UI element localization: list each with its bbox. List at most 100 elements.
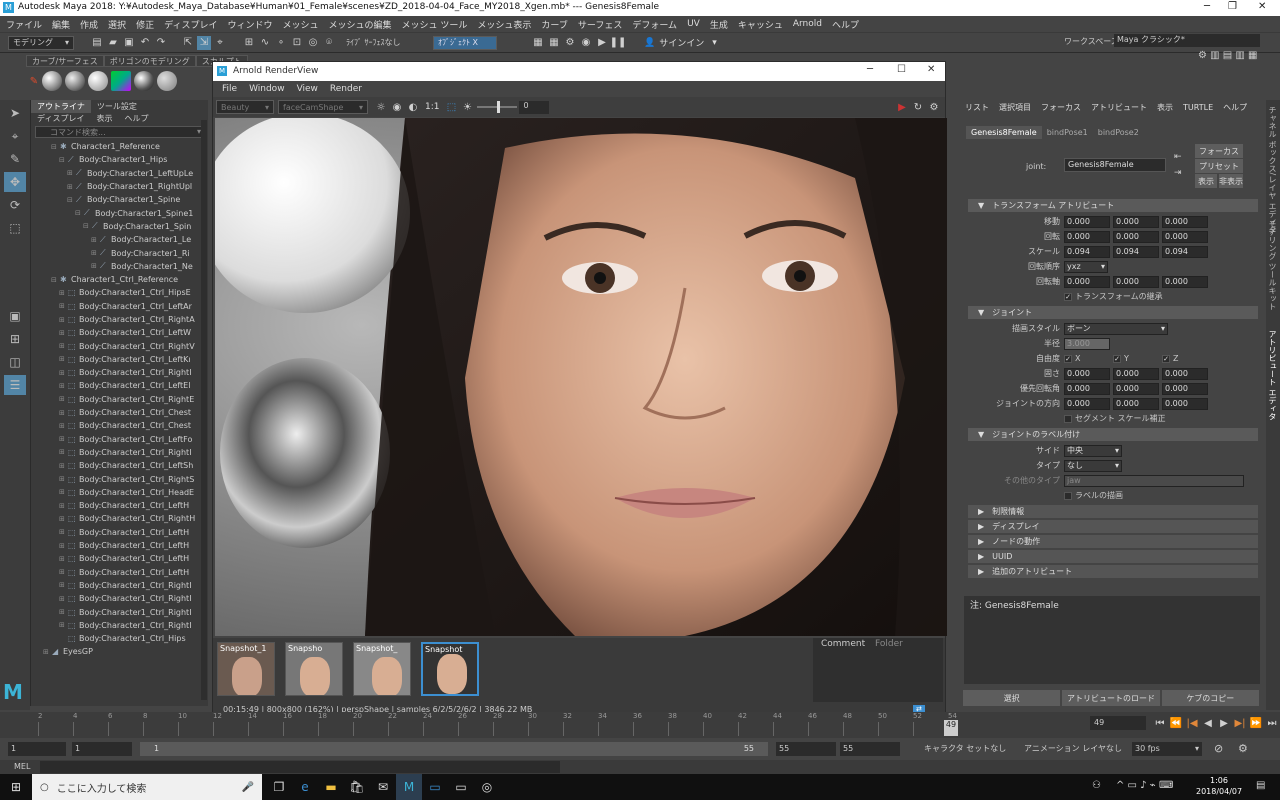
outliner-scrollbar[interactable] xyxy=(201,120,207,700)
expand-toggle-icon[interactable]: ⊞ xyxy=(59,435,68,443)
expand-toggle-icon[interactable]: ⊞ xyxy=(59,568,68,576)
four-view-icon[interactable]: ⊞ xyxy=(4,329,26,349)
outliner-menu-item[interactable]: ヘルプ xyxy=(118,112,154,125)
sphere-shelf-icon[interactable] xyxy=(157,71,177,91)
shelf-tab[interactable]: ポリゴンのモデリング xyxy=(103,55,196,67)
outliner-row[interactable]: ⊞ ⬚ Body:Character1_Ctrl_LeftH xyxy=(37,552,208,565)
renderview-menu-item[interactable]: View xyxy=(297,84,318,94)
attr-menu-item[interactable]: アトリビュート xyxy=(1086,100,1152,115)
file-explorer-icon[interactable]: ▬ xyxy=(318,774,344,800)
expand-toggle-icon[interactable]: ⊞ xyxy=(91,249,100,257)
step-forward-frame-icon[interactable]: ▶| xyxy=(1233,716,1247,730)
expand-toggle-icon[interactable]: ⊞ xyxy=(59,528,68,536)
two-view-icon[interactable]: ◫ xyxy=(4,352,26,372)
expand-toggle-icon[interactable]: ⊞ xyxy=(59,502,68,510)
expand-toggle-icon[interactable]: ⊞ xyxy=(59,621,68,629)
attr-menu-item[interactable]: 表示 xyxy=(1152,100,1178,115)
attribute-value-field[interactable]: 0.094 xyxy=(1162,245,1208,258)
tab-modeling-toolkit[interactable]: モデリング ツールキット xyxy=(1267,220,1278,311)
dof-y-checkbox[interactable]: ✓ xyxy=(1113,354,1121,363)
attr-menu-item[interactable]: リスト xyxy=(960,100,994,115)
outliner-menu-item[interactable]: ディスプレイ xyxy=(31,112,90,125)
outliner-row[interactable]: ⊞ ⬚ Body:Character1_Ctrl_RightI xyxy=(37,446,208,459)
hypershade-icon[interactable]: ◉ xyxy=(579,36,593,50)
expand-toggle-icon[interactable]: ⊞ xyxy=(59,555,68,563)
attr-menu-item[interactable]: TURTLE xyxy=(1178,101,1218,114)
select-by-hierarchy-icon[interactable]: ⇱ xyxy=(181,36,195,50)
settings-gear-icon[interactable]: ⚙ xyxy=(927,100,941,114)
expand-toggle-icon[interactable]: ⊞ xyxy=(59,342,68,350)
outliner-row[interactable]: ⊞ ⬚ Body:Character1_Ctrl_LeftH xyxy=(37,526,208,539)
section-collapsed[interactable]: ▶ 制限情報 xyxy=(968,505,1258,518)
rotate-axis-x[interactable]: 0.000 xyxy=(1064,275,1110,288)
segment-scale-checkbox[interactable] xyxy=(1064,414,1072,423)
attribute-value-field[interactable]: 0.000 xyxy=(1064,367,1110,380)
outliner-row[interactable]: ⊞ ⬚ Body:Character1_Ctrl_LeftKı xyxy=(37,353,208,366)
expand-toggle-icon[interactable]: ⊟ xyxy=(83,222,92,230)
anim-layer-dropdown[interactable]: アニメーション レイヤなし xyxy=(1024,742,1124,756)
tool-curve-icon[interactable]: ✎ xyxy=(27,74,41,88)
notes-box[interactable]: 注: Genesis8Female xyxy=(964,596,1260,684)
draw-style-dropdown[interactable]: ボーン ▾ xyxy=(1064,322,1168,335)
outliner-row[interactable]: ⊟ ✱ Character1_Ctrl_Reference xyxy=(37,273,208,286)
menu-item[interactable]: 作成 xyxy=(80,18,98,31)
camera-dropdown[interactable]: faceCamShape ▾ xyxy=(278,100,368,114)
go-to-end-icon[interactable]: ⏭ xyxy=(1265,716,1279,730)
rotate-tool-icon[interactable]: ⟳ xyxy=(4,195,26,215)
toggle-panels-icons[interactable]: ⚙ ▥ ▤ ▥ ▦ xyxy=(1198,50,1257,61)
outliner-row[interactable]: ⊞ ⬚ Body:Character1_Ctrl_Chest xyxy=(37,419,208,432)
maximize-button[interactable]: ☐ xyxy=(897,64,906,75)
section-joint[interactable]: ▼ ジョイント xyxy=(968,306,1258,319)
single-view-icon[interactable]: ▣ xyxy=(4,306,26,326)
type-dropdown[interactable]: なし ▾ xyxy=(1064,459,1122,472)
anim-prefs-icon[interactable]: ⚙ xyxy=(1238,742,1248,755)
side-dropdown[interactable]: 中央 ▾ xyxy=(1064,444,1122,457)
attr-bottom-button[interactable]: 選択 xyxy=(963,690,1061,706)
expand-toggle-icon[interactable]: ⊞ xyxy=(59,488,68,496)
menu-item[interactable]: Arnold xyxy=(793,19,822,29)
menu-item[interactable]: ヘルプ xyxy=(832,18,859,31)
menu-item[interactable]: メッシュの編集 xyxy=(328,18,391,31)
node-tab[interactable]: Genesis8Female xyxy=(966,125,1042,139)
dof-z-checkbox[interactable]: ✓ xyxy=(1162,354,1170,363)
save-scene-icon[interactable]: ▣ xyxy=(122,36,136,50)
expand-toggle-icon[interactable]: ⊞ xyxy=(59,595,68,603)
mel-label[interactable]: MEL xyxy=(14,762,30,771)
expand-toggle-icon[interactable]: ⊞ xyxy=(59,302,68,310)
auto-key-icon[interactable]: ⊘ xyxy=(1214,742,1223,755)
task-view-icon[interactable]: ❐ xyxy=(266,774,292,800)
expand-toggle-icon[interactable]: ⊟ xyxy=(51,143,60,151)
other-type-field[interactable]: jaw xyxy=(1064,474,1244,487)
inherit-transform-checkbox[interactable]: ✓ xyxy=(1064,292,1072,301)
attribute-value-field[interactable]: 0.000 xyxy=(1162,215,1208,228)
outliner-row[interactable]: ⊞ ⟋ Body:Character1_RightUpl xyxy=(37,180,208,193)
outliner-row[interactable]: ⊞ ⬚ Body:Character1_Ctrl_RightI xyxy=(37,619,208,632)
go-to-start-icon[interactable]: ⏮ xyxy=(1153,716,1167,730)
expand-toggle-icon[interactable]: ⊞ xyxy=(59,355,68,363)
outliner-row[interactable]: ⊟ ⟋ Body:Character1_Spine1 xyxy=(37,206,208,219)
focus-button[interactable]: フォーカス xyxy=(1195,144,1243,158)
menu-item[interactable]: ディスプレイ xyxy=(164,18,217,31)
node-tab[interactable]: bindPose2 xyxy=(1093,126,1144,139)
expand-toggle-icon[interactable]: ⊞ xyxy=(59,581,68,589)
tab-attribute-editor[interactable]: アトリビュート エディタ xyxy=(1267,330,1278,421)
expand-toggle-icon[interactable]: ⊞ xyxy=(59,462,68,470)
close-window-button[interactable]: ✕ xyxy=(927,64,935,75)
node-in-icon[interactable]: ⇤ xyxy=(1174,152,1182,162)
exposure-field[interactable]: 0 xyxy=(519,100,550,114)
outliner-row[interactable]: ⊞ ⬚ Body:Character1_Ctrl_LeftH xyxy=(37,539,208,552)
live-surface-label[interactable]: ﾗｲﾌﾞ ｻｰﾌｪｽなし xyxy=(341,35,421,50)
menu-item[interactable]: メッシュ表示 xyxy=(477,18,531,31)
outliner-layout-icon[interactable]: ☰ xyxy=(4,375,26,395)
menu-item[interactable]: メッシュ xyxy=(282,18,318,31)
app-taskbar-icon[interactable]: ▭ xyxy=(422,774,448,800)
attr-bottom-button[interactable]: ケブのコピー xyxy=(1161,690,1259,706)
attribute-value-field[interactable]: 0.000 xyxy=(1162,230,1208,243)
menu-item[interactable]: 生成 xyxy=(710,18,728,31)
menu-item[interactable]: キャッシュ xyxy=(738,18,783,31)
minimize-button[interactable]: ─ xyxy=(867,64,873,75)
attribute-value-field[interactable]: 0.000 xyxy=(1064,397,1110,410)
new-scene-icon[interactable]: ▤ xyxy=(90,36,104,50)
expand-toggle-icon[interactable]: ⊞ xyxy=(59,542,68,550)
snap-surface-icon[interactable]: ◎ xyxy=(306,36,320,50)
